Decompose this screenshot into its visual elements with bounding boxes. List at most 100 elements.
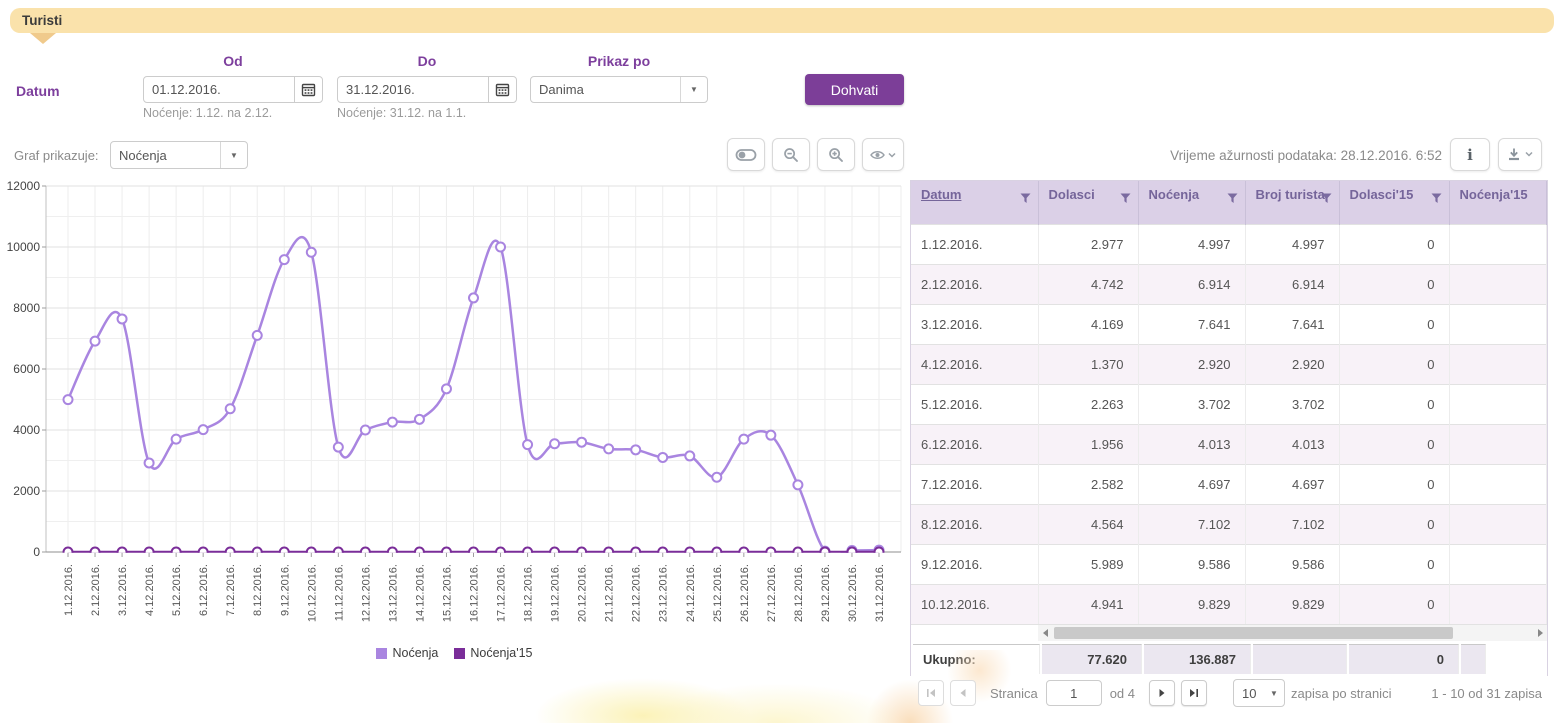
filter-icon[interactable] (1321, 193, 1332, 204)
page-label: Stranica (990, 686, 1038, 701)
table-hscrollbar-row (911, 624, 1547, 642)
column-header-datum[interactable]: Datum (911, 181, 1038, 224)
svg-text:9.12.2016.: 9.12.2016. (279, 564, 291, 616)
table-cell: 4.941 (1038, 584, 1138, 624)
zoom-out-icon (783, 147, 799, 163)
table-cell: 4.997 (1245, 224, 1339, 264)
table-cell (1449, 224, 1547, 264)
table-cell: 2.977 (1038, 224, 1138, 264)
table-cell (1449, 464, 1547, 504)
panel-header[interactable]: Turisti (10, 8, 1554, 33)
table-cell: 2.920 (1138, 344, 1245, 384)
table-cell: 7.12.2016. (911, 464, 1038, 504)
page-number-input[interactable] (1046, 680, 1102, 706)
table-cell: 0 (1339, 224, 1449, 264)
table-cell: 9.829 (1245, 584, 1339, 624)
svg-text:12000: 12000 (7, 180, 41, 193)
svg-text:22.12.2016.: 22.12.2016. (631, 564, 643, 622)
legend-item[interactable]: Noćenja (376, 646, 438, 660)
next-page-button[interactable] (1149, 680, 1175, 706)
chart: 0200040006000800010000120001.12.2016.2.1… (4, 180, 905, 642)
table-cell: 0 (1339, 424, 1449, 464)
series-visibility-button[interactable] (862, 138, 904, 171)
prikaz-po-label: Prikaz po (530, 53, 708, 69)
graf-prikazuje-select[interactable]: Noćenja ▼ (110, 141, 248, 169)
column-header-no-enja[interactable]: Noćenja (1138, 181, 1245, 224)
svg-text:30.12.2016.: 30.12.2016. (847, 564, 859, 622)
scrollbar-thumb[interactable] (1054, 627, 1453, 639)
zoom-in-button[interactable] (817, 138, 855, 171)
calendar-icon (301, 82, 316, 97)
filter-icon[interactable] (1431, 193, 1442, 204)
prikaz-po-select[interactable]: Danima ▼ (530, 76, 708, 103)
table-cell (1449, 384, 1547, 424)
info-button[interactable]: i (1450, 138, 1490, 171)
totals-cell: 77.620 (1042, 644, 1142, 674)
table-cell: 0 (1339, 304, 1449, 344)
first-page-button[interactable] (918, 680, 944, 706)
chart-toggle-button[interactable] (727, 138, 765, 171)
page-size-select[interactable]: 10 ▼ (1233, 679, 1285, 707)
table-cell (1449, 584, 1547, 624)
panel-title: Turisti (22, 13, 62, 28)
svg-text:10.12.2016.: 10.12.2016. (306, 564, 318, 622)
chart-panel: 0200040006000800010000120001.12.2016.2.1… (4, 180, 905, 672)
column-header-dolasci-15[interactable]: Dolasci'15 (1339, 181, 1449, 224)
prev-page-button[interactable] (950, 680, 976, 706)
calendar-icon (495, 82, 510, 97)
table-cell: 0 (1339, 584, 1449, 624)
page-of-label: od 4 (1110, 686, 1135, 701)
totals-table-row: Ukupno:77.620136.8870 (913, 644, 1486, 674)
totals-cell: 136.887 (1144, 644, 1251, 674)
filter-icon[interactable] (1020, 193, 1031, 204)
svg-text:8.12.2016.: 8.12.2016. (252, 564, 264, 616)
scroll-right-arrow[interactable] (1533, 625, 1547, 641)
date-to-input[interactable] (338, 77, 488, 102)
filter-icon[interactable] (1120, 193, 1131, 204)
table-cell: 4.169 (1038, 304, 1138, 344)
eye-icon (869, 148, 897, 162)
zoom-out-button[interactable] (772, 138, 810, 171)
scrollbar-track[interactable] (1052, 625, 1533, 641)
svg-text:6000: 6000 (13, 362, 40, 376)
table-cell: 1.12.2016. (911, 224, 1038, 264)
table-hscrollbar[interactable] (1038, 625, 1547, 641)
table-row: 9.12.2016.5.9899.5869.5860 (911, 544, 1547, 584)
column-header-dolasci[interactable]: Dolasci (1038, 181, 1138, 224)
dohvati-button[interactable]: Dohvati (805, 74, 904, 105)
svg-text:2000: 2000 (13, 484, 40, 498)
last-page-icon (1188, 687, 1200, 699)
date-from-input[interactable] (144, 77, 294, 102)
graf-prikazuje-value: Noćenja (111, 148, 220, 163)
date-to-calendar-button[interactable] (488, 77, 516, 102)
chevron-down-icon: ▼ (1264, 680, 1284, 706)
svg-text:2.12.2016.: 2.12.2016. (90, 564, 102, 616)
table-cell: 4.013 (1245, 424, 1339, 464)
column-header-label: Noćenja (1149, 187, 1200, 202)
table-cell: 2.263 (1038, 384, 1138, 424)
svg-text:15.12.2016.: 15.12.2016. (441, 564, 453, 622)
table-cell: 0 (1339, 384, 1449, 424)
svg-text:29.12.2016.: 29.12.2016. (820, 564, 832, 622)
scroll-left-arrow[interactable] (1038, 625, 1052, 641)
column-header-label: Noćenja'15 (1460, 187, 1528, 202)
date-from-calendar-button[interactable] (294, 77, 322, 102)
export-button[interactable] (1498, 138, 1542, 171)
legend-label: Noćenja'15 (470, 646, 532, 660)
table-row: 3.12.2016.4.1697.6417.6410 (911, 304, 1547, 344)
legend-item[interactable]: Noćenja'15 (454, 646, 532, 660)
svg-text:4.12.2016.: 4.12.2016. (144, 564, 156, 616)
table-cell: 7.102 (1138, 504, 1245, 544)
svg-text:17.12.2016.: 17.12.2016. (496, 564, 508, 622)
last-page-button[interactable] (1181, 680, 1207, 706)
table-row: 2.12.2016.4.7426.9146.9140 (911, 264, 1547, 304)
totals-label: Ukupno: (913, 644, 1040, 674)
zoom-in-icon (828, 147, 844, 163)
column-header-broj-turista[interactable]: Broj turista (1245, 181, 1339, 224)
table-row: 1.12.2016.2.9774.9974.9970 (911, 224, 1547, 264)
column-header-no-enja-15[interactable]: Noćenja'15 (1449, 181, 1547, 224)
filter-icon[interactable] (1227, 193, 1238, 204)
table-cell: 4.564 (1038, 504, 1138, 544)
table-cell: 3.702 (1138, 384, 1245, 424)
table-cell: 5.12.2016. (911, 384, 1038, 424)
